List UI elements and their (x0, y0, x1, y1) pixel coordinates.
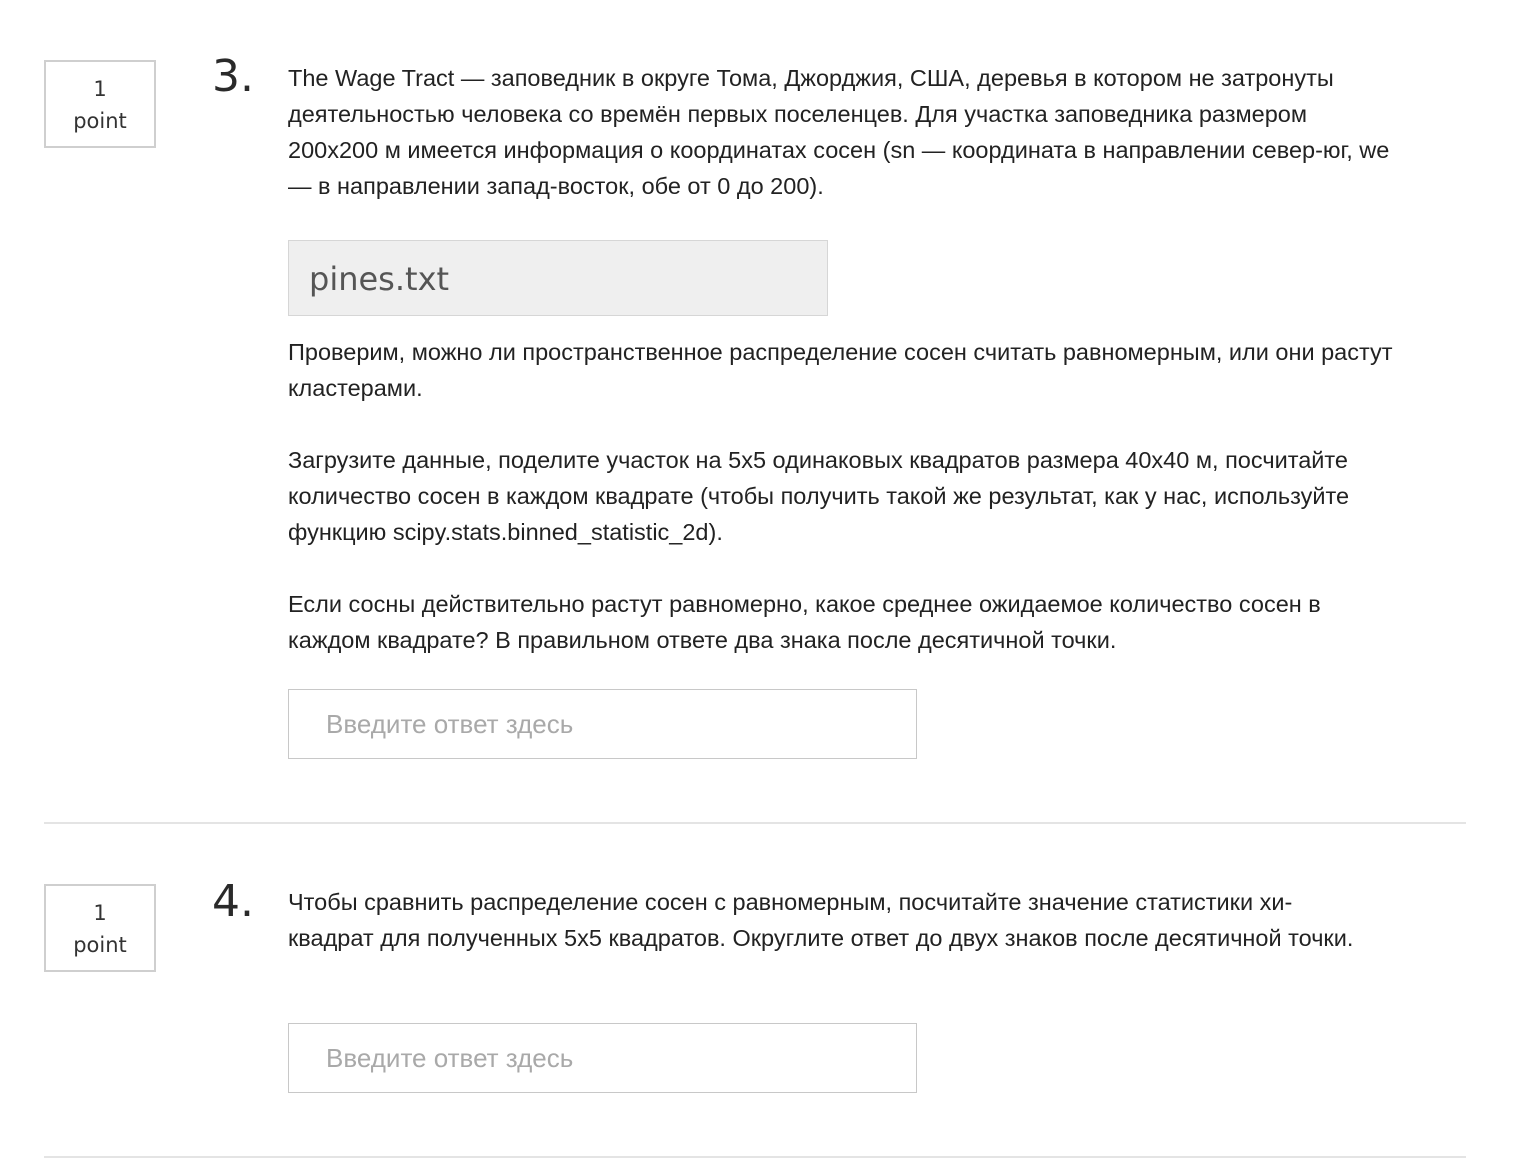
question-paragraph-3: Если сосны действительно растут равномер… (288, 591, 1321, 653)
answer-input[interactable] (288, 1023, 917, 1093)
divider (44, 1156, 1466, 1158)
question-number: 4. (212, 876, 254, 927)
question-paragraph-2: Загрузите данные, поделите участок на 5x… (288, 447, 1350, 545)
points-value: 1 (93, 901, 107, 925)
points-unit: point (73, 109, 127, 133)
question-intro: The Wage Tract — заповедник в округе Том… (288, 65, 1390, 199)
points-value: 1 (93, 77, 107, 101)
divider (44, 822, 1466, 824)
question-number: 3. (212, 51, 254, 102)
points-unit: point (73, 933, 127, 957)
points-badge: 1 point (44, 884, 156, 972)
points-badge: 1 point (44, 60, 156, 148)
answer-input[interactable] (288, 689, 917, 759)
question-paragraph-1: Проверим, можно ли пространственное расп… (288, 339, 1393, 401)
file-download-link[interactable]: pines.txt (288, 240, 828, 316)
question-intro: Чтобы сравнить распределение сосен с рав… (288, 889, 1354, 951)
